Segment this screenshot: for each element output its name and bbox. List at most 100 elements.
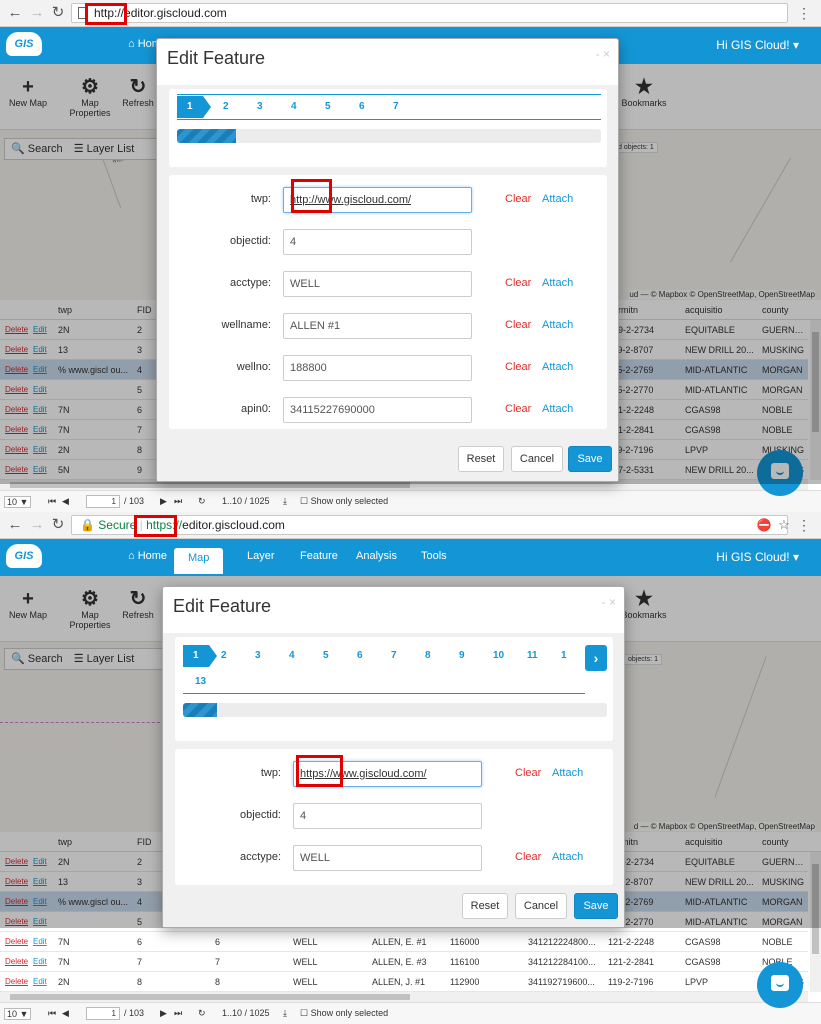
step-11[interactable]: 11 (527, 650, 538, 661)
reload-icon[interactable]: ↻ (49, 516, 67, 534)
step-4[interactable]: 4 (291, 101, 297, 112)
save-button[interactable]: Save (574, 893, 618, 919)
nav-tools[interactable]: Tools (421, 550, 447, 562)
reset-button[interactable]: Reset (458, 446, 504, 472)
step-9[interactable]: 9 (459, 650, 465, 661)
back-icon[interactable]: ← (6, 4, 24, 22)
refresh-icon[interactable]: ↻ (198, 496, 206, 507)
attach-link[interactable]: Attach (542, 277, 573, 289)
page-input[interactable]: 1 (86, 1007, 120, 1020)
last-page-icon[interactable]: ⏭ (174, 496, 182, 507)
save-button[interactable]: Save (568, 446, 612, 472)
step-3[interactable]: 3 (257, 101, 263, 112)
step-6[interactable]: 6 (359, 101, 365, 112)
clear-link[interactable]: Clear (515, 767, 541, 779)
nav-map[interactable]: Map (174, 548, 224, 574)
show-selected-checkbox[interactable]: ☐ Show only selected (300, 496, 388, 507)
cancel-button[interactable]: Cancel (511, 446, 563, 472)
table-row[interactable]: DeleteEdit7N7121-2-2841CGAS98NOBLE7WELLA… (0, 952, 808, 972)
step-2[interactable]: 2 (223, 101, 229, 112)
page-input[interactable]: 1 (86, 495, 120, 508)
step-4[interactable]: 4 (289, 650, 295, 661)
browser-menu-icon[interactable]: ⋮ (797, 5, 811, 22)
field-input[interactable]: 188800 (283, 355, 472, 381)
scroll-thumb[interactable] (10, 994, 410, 1000)
horizontal-scrollbar[interactable] (0, 992, 808, 1002)
download-icon[interactable]: ⤓ (283, 496, 287, 507)
back-icon[interactable]: ← (6, 516, 24, 534)
page-size-select[interactable]: 10 ▼ (4, 496, 32, 508)
clear-link[interactable]: Clear (505, 193, 531, 205)
clear-link[interactable]: Clear (505, 319, 531, 331)
delete-row-link[interactable]: Delete (5, 972, 28, 992)
field-input[interactable]: 4 (293, 803, 482, 829)
step-12[interactable]: 1 (561, 650, 567, 661)
step-13[interactable]: 13 (195, 676, 206, 687)
step-2[interactable]: 2 (221, 650, 227, 661)
first-page-icon[interactable]: ⏮ (48, 496, 56, 507)
browser-menu-icon[interactable]: ⋮ (797, 517, 811, 534)
nav-layer[interactable]: Layer (247, 550, 275, 562)
step-10[interactable]: 10 (493, 650, 504, 661)
nav-analysis[interactable]: Analysis (356, 550, 397, 562)
edit-row-link[interactable]: Edit (33, 952, 47, 972)
dialog-window-controls[interactable]: - × (596, 47, 610, 61)
nav-home[interactable]: ⌂ Home (128, 550, 167, 562)
next-page-icon[interactable]: ▶ (160, 1008, 167, 1019)
attach-link[interactable]: Attach (552, 851, 583, 863)
clear-link[interactable]: Clear (505, 403, 531, 415)
edit-row-link[interactable]: Edit (33, 932, 47, 952)
reload-icon[interactable]: ↻ (49, 4, 67, 22)
step-1[interactable]: 1 (183, 645, 217, 667)
step-3[interactable]: 3 (255, 650, 261, 661)
field-input[interactable]: 4 (283, 229, 472, 255)
address-bar[interactable]: 🔒 Secure | https://editor.giscloud.com (71, 515, 788, 535)
cancel-button[interactable]: Cancel (515, 893, 567, 919)
table-row[interactable]: DeleteEdit2N8119-2-7196LPVPMUSKING8WELLA… (0, 972, 808, 992)
next-page-icon[interactable]: ▶ (160, 496, 167, 507)
nav-feature[interactable]: Feature (300, 550, 338, 562)
step-6[interactable]: 6 (357, 650, 363, 661)
user-greeting[interactable]: Hi GIS Cloud! ▾ (716, 38, 799, 52)
attach-link[interactable]: Attach (542, 193, 573, 205)
address-bar[interactable]: http://editor.giscloud.com (71, 3, 788, 23)
field-input[interactable]: WELL (283, 271, 472, 297)
field-input[interactable]: 34115227690000 (283, 397, 472, 423)
download-icon[interactable]: ⤓ (283, 1008, 287, 1019)
clear-link[interactable]: Clear (505, 277, 531, 289)
edit-row-link[interactable]: Edit (33, 972, 47, 992)
blocked-icon[interactable]: ⛔ (755, 516, 773, 534)
step-1[interactable]: 1 (177, 96, 211, 118)
first-page-icon[interactable]: ⏮ (48, 1008, 56, 1019)
table-row[interactable]: Delete Edit 7N 6 121-2-2248 CGAS98 NOBLE 6 WELL A… (0, 932, 808, 952)
prev-page-icon[interactable]: ◀ (62, 496, 69, 507)
chevron-right-icon[interactable]: › (585, 645, 607, 671)
clear-link[interactable]: Clear (505, 361, 531, 373)
last-page-icon[interactable]: ⏭ (174, 1008, 182, 1019)
step-5[interactable]: 5 (325, 101, 331, 112)
bookmark-star-icon[interactable]: ☆ (775, 516, 793, 534)
field-input[interactable]: ALLEN #1 (283, 313, 472, 339)
attach-link[interactable]: Attach (542, 319, 573, 331)
delete-row-link[interactable]: Delete (5, 932, 28, 952)
refresh-icon[interactable]: ↻ (198, 1008, 206, 1019)
attach-link[interactable]: Attach (552, 767, 583, 779)
clear-link[interactable]: Clear (515, 851, 541, 863)
attach-link[interactable]: Attach (542, 361, 573, 373)
field-input[interactable]: WELL (293, 845, 482, 871)
dialog-window-controls[interactable]: - × (602, 595, 616, 609)
chat-launcher[interactable] (757, 962, 803, 1008)
forward-icon[interactable]: → (28, 4, 46, 22)
step-5[interactable]: 5 (323, 650, 329, 661)
user-greeting[interactable]: Hi GIS Cloud! ▾ (716, 550, 799, 564)
prev-page-icon[interactable]: ◀ (62, 1008, 69, 1019)
page-size-select[interactable]: 10 ▼ (4, 1008, 32, 1020)
step-8[interactable]: 8 (425, 650, 431, 661)
show-selected-checkbox[interactable]: ☐ Show only selected (300, 1008, 388, 1019)
forward-icon[interactable]: → (28, 516, 46, 534)
delete-row-link[interactable]: Delete (5, 952, 28, 972)
reset-button[interactable]: Reset (462, 893, 508, 919)
step-7[interactable]: 7 (391, 650, 397, 661)
attach-link[interactable]: Attach (542, 403, 573, 415)
step-7[interactable]: 7 (393, 101, 399, 112)
